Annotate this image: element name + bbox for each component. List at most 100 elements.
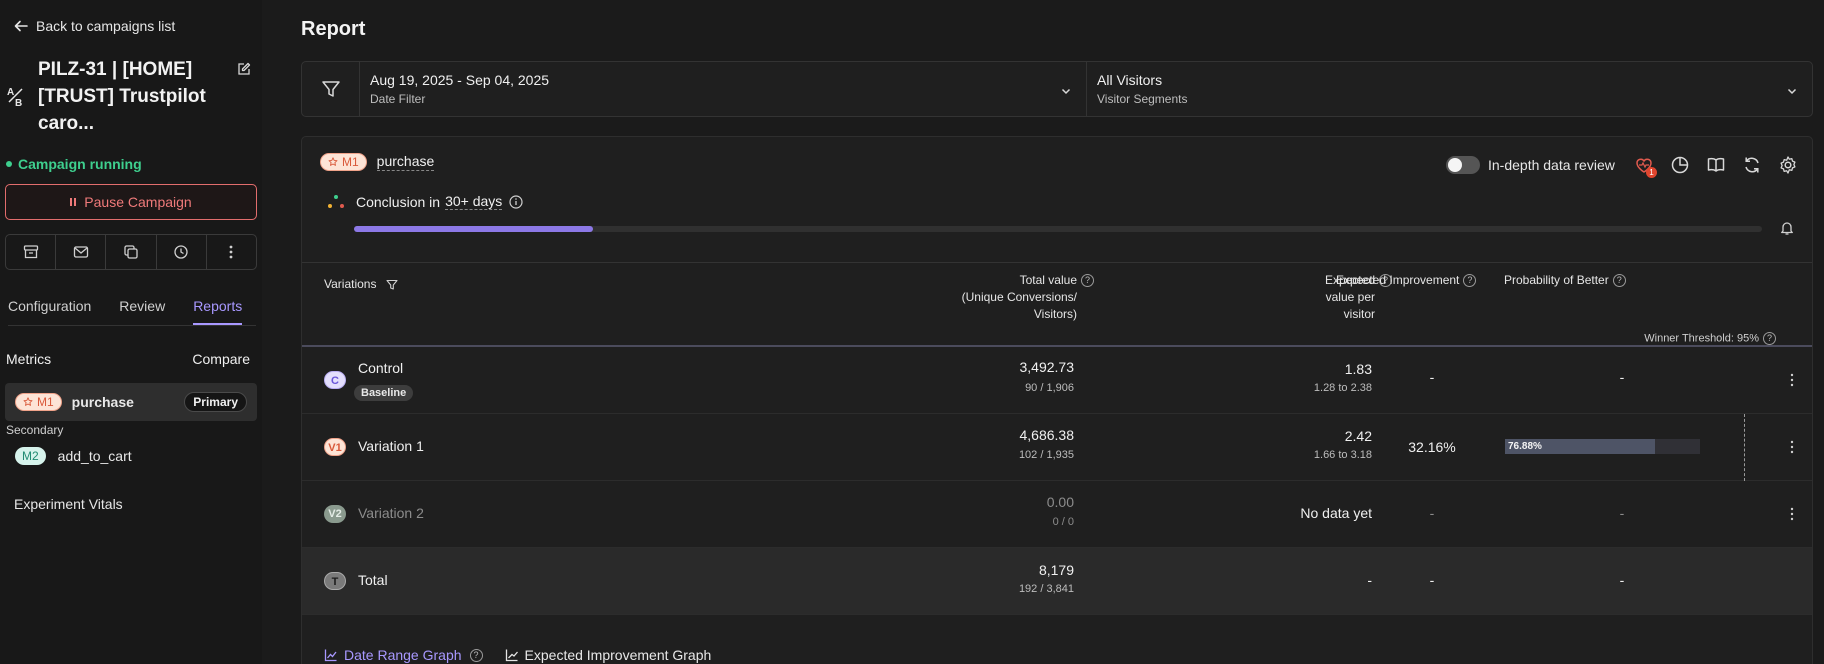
archive-button[interactable] (6, 235, 57, 269)
conversions-ratio: 90 / 1,906 (1025, 382, 1074, 394)
conclusion-progress-fill (354, 226, 594, 232)
column-expected-improvement-label: Expected Improvement (1336, 273, 1460, 287)
probability-of-better: - (1619, 369, 1625, 385)
total-value: 4,686.38 (1019, 427, 1075, 443)
total-value: 8,179 (1038, 562, 1074, 578)
variation-badge: T (324, 572, 346, 590)
column-expected-value-line3: visitor (1343, 307, 1375, 321)
variation-name: Control (358, 360, 404, 376)
help-icon[interactable]: ? (1612, 274, 1626, 288)
column-probability: Probability of Better? (1504, 272, 1626, 289)
tab-reports[interactable]: Reports (193, 298, 243, 325)
variation-badge: V2 (324, 505, 346, 523)
probability-bar-fill: 76.88% (1505, 439, 1655, 454)
segment-filter-label: Visitor Segments (1097, 92, 1188, 106)
status-dot-icon (6, 161, 12, 167)
expected-improvement-graph-label: Expected Improvement Graph (524, 647, 712, 663)
column-variations-label: Variations (324, 277, 377, 291)
expected-improvement: - (1429, 369, 1435, 385)
table-row-total: T Total 8,179 192 / 3,841 - - - (302, 548, 1812, 615)
notification-count: 1 (1646, 167, 1657, 178)
compare-button[interactable]: Compare (192, 351, 250, 367)
book-icon[interactable] (1706, 155, 1726, 175)
chevron-down-icon (1060, 85, 1072, 97)
conclusion-prefix: Conclusion in (356, 193, 441, 210)
metric-badge-label: M1 (37, 395, 54, 409)
refresh-icon[interactable] (1742, 155, 1762, 175)
confidence-dots-icon (326, 194, 346, 210)
health-icon[interactable]: 1 (1634, 155, 1657, 178)
trend-up-icon (505, 648, 519, 662)
conversions-ratio: 192 / 3,841 (1018, 583, 1074, 595)
bell-icon[interactable] (1779, 220, 1795, 236)
mail-icon (73, 244, 89, 260)
conclusion-progress-bar (354, 226, 1762, 232)
expected-value: - (1367, 572, 1372, 588)
date-filter-label: Date Filter (370, 92, 426, 106)
help-icon[interactable]: ? (1081, 274, 1094, 288)
history-button[interactable] (157, 235, 207, 269)
metric-item-purchase[interactable]: M1 purchase Primary (5, 383, 257, 421)
metrics-header: Metrics Compare (6, 351, 250, 367)
report-toolbar: 1 (1634, 155, 1798, 178)
pause-campaign-label: Pause Campaign (84, 194, 192, 210)
back-to-campaigns-link[interactable]: Back to campaigns list (14, 18, 175, 34)
metric-badge: M1 (15, 393, 62, 411)
report-metric-name[interactable]: purchase (376, 153, 435, 171)
probability-of-better: - (1619, 505, 1625, 521)
more-actions-button[interactable] (207, 235, 256, 269)
edit-icon[interactable] (237, 62, 251, 76)
settings-gear-icon[interactable] (1778, 155, 1798, 175)
pie-chart-icon[interactable] (1670, 155, 1690, 175)
date-range-graph-link[interactable]: Date Range Graph ? (324, 647, 483, 663)
campaign-title: PILZ-31 | [HOME] [TRUST] Trustpilot caro… (38, 59, 206, 134)
column-variations: Variations (324, 276, 398, 293)
visitor-segment-select[interactable]: All Visitors Visitor Segments (1087, 62, 1812, 116)
column-expected-value-line2: value per (1325, 290, 1375, 304)
chevron-down-icon (1786, 85, 1798, 97)
info-icon[interactable] (509, 194, 523, 209)
page-title: Report (301, 18, 366, 40)
table-row-control: C Control Baseline 3,492.73 90 / 1,906 1… (302, 347, 1812, 414)
help-icon[interactable]: ? (469, 648, 483, 662)
tab-review[interactable]: Review (119, 298, 165, 325)
column-total-value-line3: Visitors) (1033, 307, 1077, 321)
metric-item-add-to-cart[interactable]: M2 add_to_cart (15, 447, 132, 465)
expected-improvement-graph-link[interactable]: Expected Improvement Graph (505, 647, 712, 663)
more-vertical-icon[interactable] (1790, 440, 1794, 454)
history-icon (173, 244, 189, 260)
filter-icon[interactable] (386, 279, 398, 291)
total-value: 0.00 (1046, 494, 1074, 510)
experiment-vitals-link[interactable]: Experiment Vitals (14, 496, 123, 512)
date-filter-select[interactable]: Aug 19, 2025 - Sep 04, 2025 Date Filter (360, 62, 1087, 116)
expected-improvement: - (1429, 572, 1435, 588)
line-chart-icon (324, 648, 338, 662)
pause-campaign-button[interactable]: Pause Campaign (5, 184, 257, 220)
expected-improvement: - (1429, 505, 1435, 521)
duplicate-button[interactable] (106, 235, 157, 269)
report-panel: M1 purchase In-depth data review 1 Concl… (301, 136, 1813, 664)
variation-badge: C (324, 371, 346, 389)
expected-improvement: 32.16% (1408, 439, 1456, 455)
tab-configuration[interactable]: Configuration (8, 298, 91, 325)
filter-button[interactable] (302, 62, 360, 116)
arrow-left-icon (14, 19, 28, 33)
probability-bar: 76.88% (1505, 439, 1700, 454)
report-panel-header: M1 purchase In-depth data review 1 Concl… (302, 137, 1812, 263)
winner-threshold-line (1744, 414, 1745, 481)
help-icon[interactable]: ? (1463, 274, 1477, 288)
column-total-value-line2: (Unique Conversions/ (961, 290, 1077, 304)
in-depth-review-toggle[interactable] (1446, 156, 1480, 174)
sidebar: Back to campaigns list AB PILZ-31 | [HOM… (0, 0, 262, 664)
email-button[interactable] (56, 235, 107, 269)
variation-name: Total (358, 572, 388, 588)
more-vertical-icon[interactable] (1790, 507, 1794, 521)
filter-bar: Aug 19, 2025 - Sep 04, 2025 Date Filter … (301, 61, 1813, 117)
help-icon[interactable]: ? (1763, 332, 1776, 345)
svg-text:A: A (7, 87, 14, 98)
secondary-metrics-label: Secondary (6, 423, 64, 437)
more-vertical-icon[interactable] (1790, 373, 1794, 387)
winner-threshold-label: Winner Threshold: 95% (1644, 332, 1759, 345)
expected-value: 2.42 (1344, 428, 1372, 444)
back-link-label: Back to campaigns list (36, 18, 176, 34)
